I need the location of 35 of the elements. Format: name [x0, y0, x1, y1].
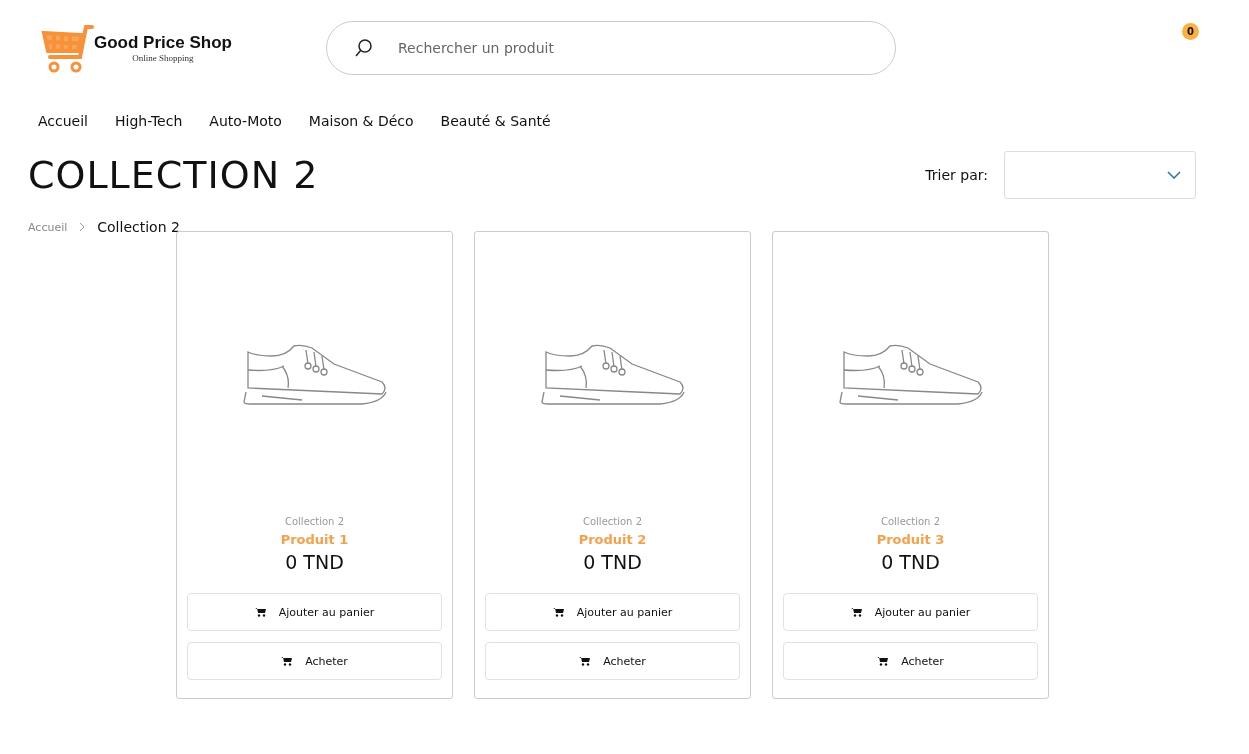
cart-icon: [552, 607, 565, 617]
page-title: COLLECTION 2: [28, 153, 319, 197]
breadcrumb-current-page: Collection 2: [97, 219, 180, 235]
nav-link[interactable]: High-Tech: [115, 113, 183, 129]
nav-link[interactable]: Maison & Déco: [308, 113, 414, 129]
breadcrumb-link[interactable]: Accueil: [28, 220, 68, 234]
product-collection: Collection 2: [583, 516, 642, 527]
add-to-cart-button[interactable]: Ajouter au panier: [187, 593, 442, 631]
cart-icon: [850, 607, 863, 617]
nav-link[interactable]: Accueil: [38, 113, 88, 129]
product-price: 0 TND: [583, 551, 642, 573]
shop-name: Good Price Shop: [94, 32, 232, 53]
nav-link[interactable]: Beauté & Santé: [440, 113, 551, 129]
cart-icon: [281, 656, 294, 666]
search-field[interactable]: Rechercher un produit: [326, 20, 896, 75]
buy-button[interactable]: Acheter: [187, 642, 442, 680]
search-icon: [354, 37, 374, 58]
cart-icon: [877, 656, 890, 666]
product-collection: Collection 2: [285, 516, 344, 527]
chevron-right-icon: [79, 222, 86, 232]
cart-icon: [254, 607, 267, 617]
sort-label: Trier par:: [925, 167, 988, 183]
cart-icon: [579, 656, 592, 666]
chevron-down-icon: [1167, 171, 1181, 179]
product-price: 0 TND: [881, 551, 940, 573]
cart-count-badge[interactable]: 0: [1182, 23, 1199, 40]
buy-button[interactable]: Acheter: [485, 642, 740, 680]
product-price: 0 TND: [285, 551, 344, 573]
nav-link[interactable]: Auto-Moto: [209, 113, 282, 129]
product-collection: Collection 2: [881, 516, 940, 527]
shop-tagline: Online Shopping: [132, 52, 194, 63]
buy-button[interactable]: Acheter: [783, 642, 1038, 680]
add-to-cart-button[interactable]: Ajouter au panier: [485, 593, 740, 631]
add-to-cart-button[interactable]: Ajouter au panier: [783, 593, 1038, 631]
sort-dropdown[interactable]: [1004, 151, 1196, 199]
